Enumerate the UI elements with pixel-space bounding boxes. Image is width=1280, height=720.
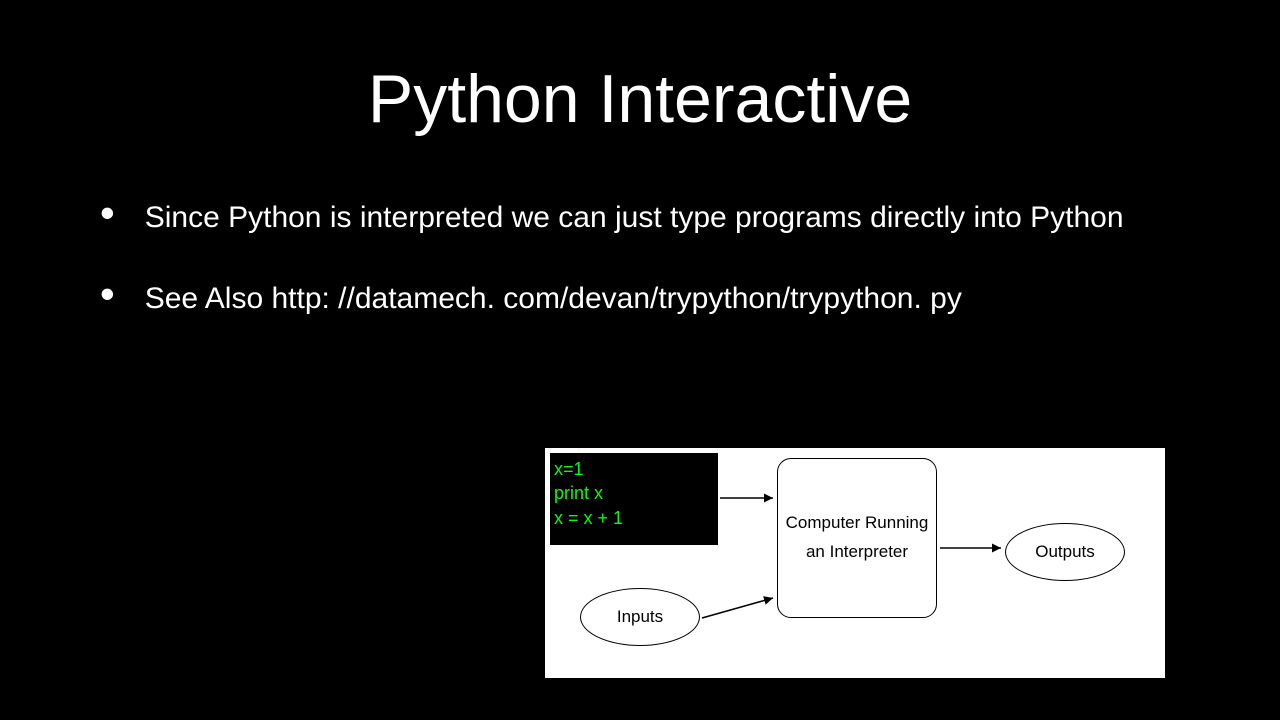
interpreter-box: Computer Running an Interpreter [777, 458, 937, 618]
bullet-dot-icon: • [100, 279, 115, 308]
code-box: x=1 print x x = x + 1 [550, 453, 718, 545]
bullet-item: • Since Python is interpreted we can jus… [100, 198, 1200, 239]
bullet-item: • See Also http: //datamech. com/devan/t… [100, 279, 1200, 320]
bullet-dot-icon: • [100, 198, 115, 227]
outputs-ellipse: Outputs [1005, 523, 1125, 581]
interpreter-diagram: x=1 print x x = x + 1 Computer Running a… [545, 448, 1165, 678]
bullet-text: Since Python is interpreted we can just … [145, 198, 1200, 239]
bullet-list: • Since Python is interpreted we can jus… [0, 198, 1280, 319]
inputs-ellipse: Inputs [580, 588, 700, 646]
slide-title: Python Interactive [0, 0, 1280, 198]
bullet-text: See Also http: //datamech. com/devan/try… [145, 279, 1200, 320]
